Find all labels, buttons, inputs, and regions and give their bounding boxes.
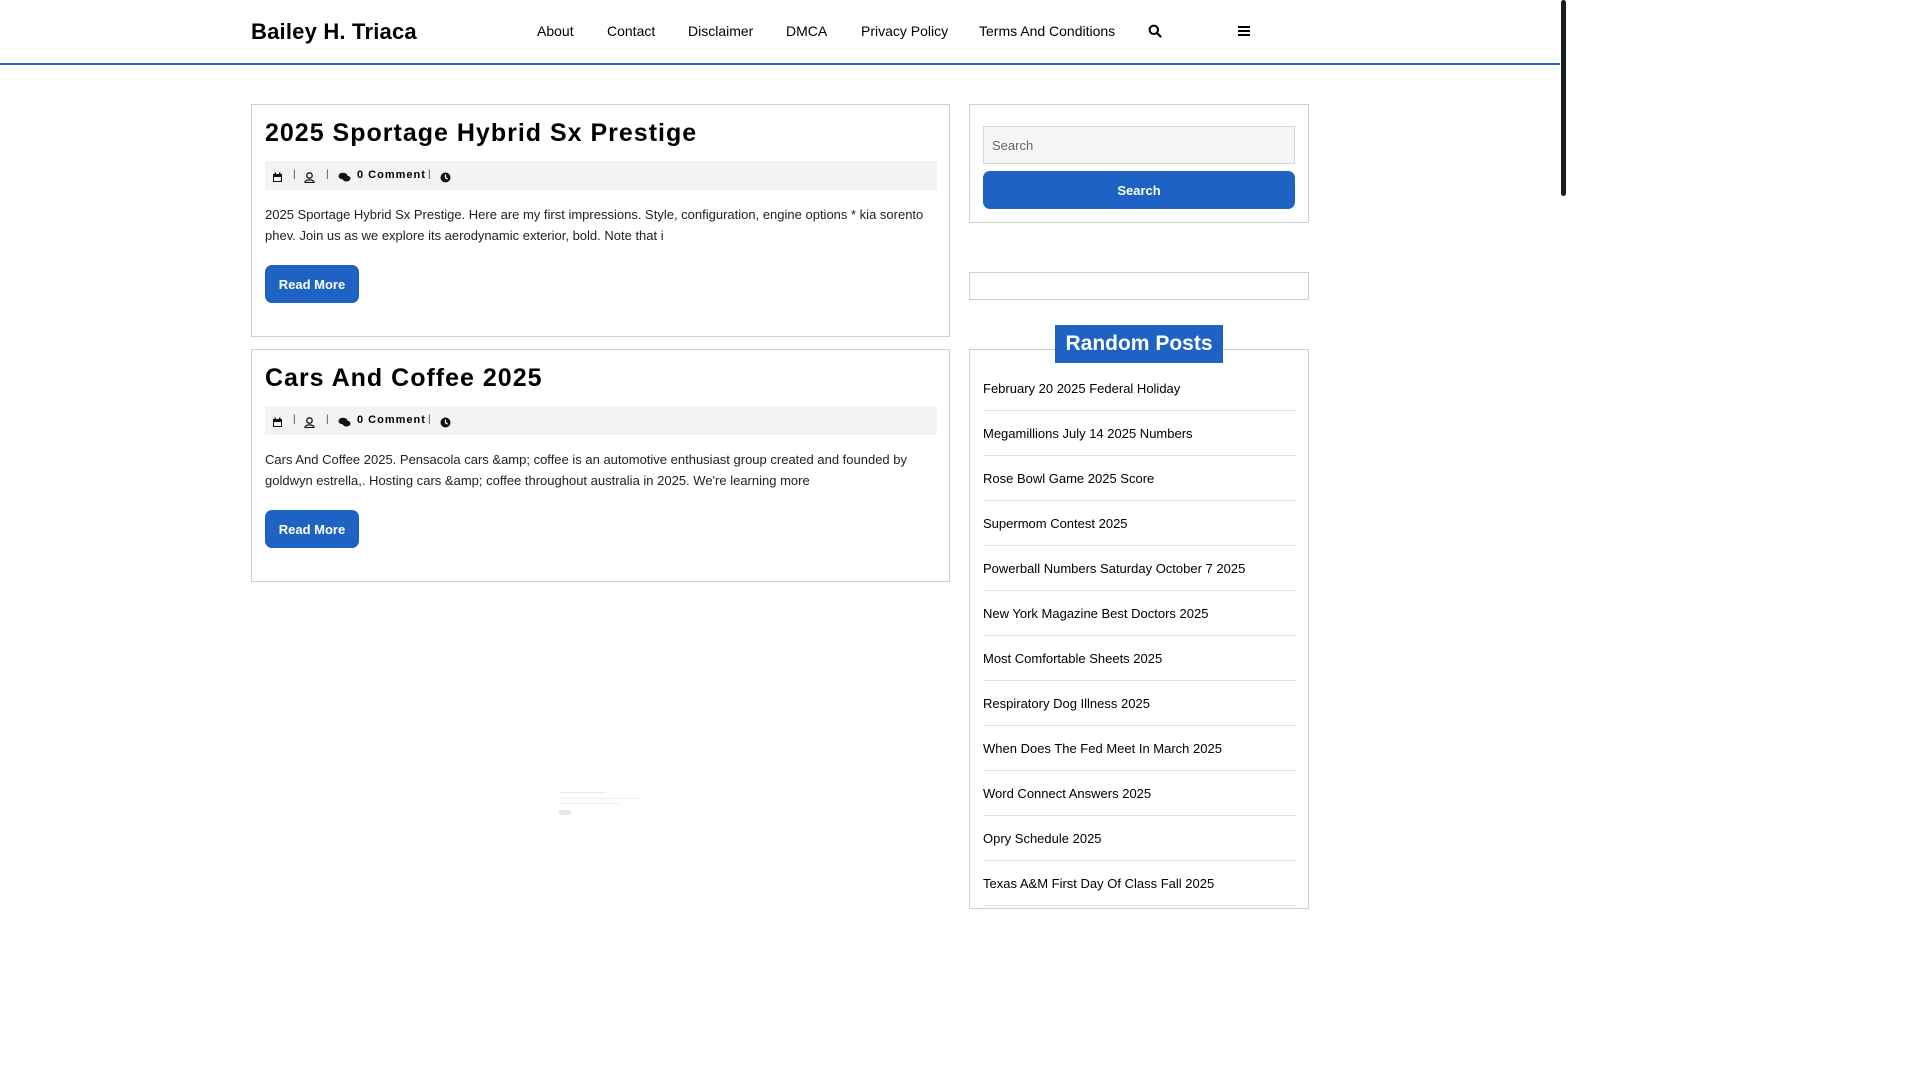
post-card: 2025 Sportage Hybrid Sx Prestige | | 0 C…	[251, 104, 950, 337]
random-post-link[interactable]: Most Comfortable Sheets 2025	[983, 636, 1296, 681]
faint-placeholder-image	[558, 790, 642, 816]
comments-icon	[338, 170, 351, 182]
random-post-link[interactable]: When Does The Fed Meet In March 2025	[983, 726, 1296, 771]
calendar-icon	[272, 415, 283, 427]
random-post-link[interactable]: Megamillions July 14 2025 Numbers	[983, 411, 1296, 456]
search-widget: Search	[969, 104, 1309, 223]
clock-icon	[440, 170, 451, 183]
random-post-link[interactable]: Powerball Numbers Saturday October 7 202…	[983, 546, 1296, 591]
post-excerpt: 2025 Sportage Hybrid Sx Prestige. Here a…	[265, 207, 924, 243]
nav-privacy-policy[interactable]: Privacy Policy	[861, 23, 948, 39]
post-meta: | | 0 Comment |	[265, 161, 937, 190]
post-card: Cars And Coffee 2025 | | 0 Comment | Car…	[251, 349, 950, 582]
user-icon	[304, 170, 315, 184]
post-title[interactable]: Cars And Coffee 2025	[265, 364, 543, 393]
post-title[interactable]: 2025 Sportage Hybrid Sx Prestige	[265, 119, 697, 148]
random-post-link[interactable]: Texas A&M First Day Of Class Fall 2025	[983, 861, 1296, 906]
read-more-button[interactable]: Read More	[265, 265, 359, 303]
search-icon[interactable]	[1148, 24, 1162, 38]
random-post-link[interactable]: Rose Bowl Game 2025 Score	[983, 456, 1296, 501]
search-input[interactable]	[983, 126, 1295, 164]
random-post-link[interactable]: Word Connect Answers 2025	[983, 771, 1296, 816]
comment-count[interactable]: 0 Comment	[357, 169, 426, 181]
search-button[interactable]: Search	[983, 171, 1295, 209]
comments-icon	[338, 415, 351, 427]
random-posts-list: February 20 2025 Federal Holiday Megamil…	[983, 366, 1296, 906]
menu-icon[interactable]	[1238, 24, 1252, 38]
nav-disclaimer[interactable]: Disclaimer	[688, 23, 753, 39]
site-header: Bailey H. Triaca About Contact Disclaime…	[0, 0, 1560, 65]
clock-icon	[440, 415, 451, 428]
post-meta: | | 0 Comment |	[265, 406, 937, 435]
random-post-link[interactable]: February 20 2025 Federal Holiday	[983, 366, 1296, 411]
user-icon	[304, 415, 315, 429]
random-post-link[interactable]: Opry Schedule 2025	[983, 816, 1296, 861]
main-nav: About Contact Disclaimer DMCA Privacy Po…	[0, 23, 1560, 43]
nav-dmca[interactable]: DMCA	[786, 23, 827, 39]
random-post-link[interactable]: Supermom Contest 2025	[983, 501, 1296, 546]
calendar-icon	[272, 170, 283, 182]
nav-terms-and-conditions[interactable]: Terms And Conditions	[979, 23, 1115, 39]
post-excerpt: Cars And Coffee 2025. Pensacola cars &am…	[265, 452, 907, 488]
random-post-link[interactable]: New York Magazine Best Doctors 2025	[983, 591, 1296, 636]
random-post-link[interactable]: Respiratory Dog Illness 2025	[983, 681, 1296, 726]
random-posts-title: Random Posts	[1055, 325, 1223, 363]
empty-widget	[969, 272, 1309, 300]
scrollbar-thumb[interactable]	[1561, 0, 1566, 196]
comment-count[interactable]: 0 Comment	[357, 414, 426, 426]
read-more-button[interactable]: Read More	[265, 510, 359, 548]
nav-contact[interactable]: Contact	[607, 23, 655, 39]
nav-about[interactable]: About	[537, 23, 574, 39]
page-scrollbar[interactable]	[1560, 0, 1568, 882]
